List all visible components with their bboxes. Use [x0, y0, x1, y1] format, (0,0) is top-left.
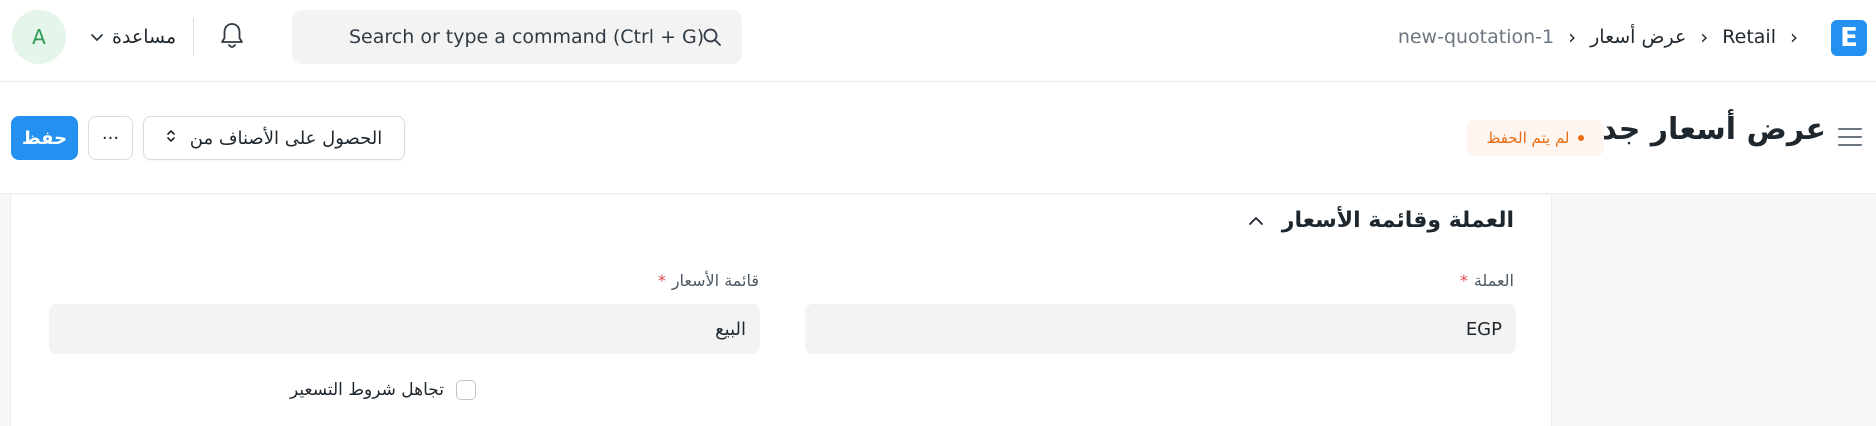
page-title: عرض أسعار جديد — [1572, 112, 1826, 147]
breadcrumb-separator: › — [1790, 25, 1798, 49]
breadcrumb-separator: › — [1700, 25, 1709, 49]
get-items-label: الحصول على الأصناف من — [189, 127, 383, 149]
search-input[interactable]: Search or type a command (Ctrl + G) — [349, 26, 704, 48]
more-actions-button[interactable]: ··· — [88, 116, 133, 160]
get-items-from-button[interactable]: الحصول على الأصناف من — [143, 116, 405, 160]
page-gutter — [0, 195, 10, 426]
app-logo[interactable]: E — [1831, 20, 1867, 56]
price-list-label: قائمة الأسعار * — [658, 271, 759, 290]
page-head: عرض أسعار جديد لم يتم الحفظ الحصول على ا… — [0, 82, 1876, 194]
price-list-label-text: قائمة الأسعار — [671, 271, 759, 290]
bell-icon[interactable] — [219, 21, 245, 55]
breadcrumb-item-current: new-quotation-1 — [1397, 26, 1555, 48]
price-list-field[interactable]: البيع — [49, 304, 760, 354]
search-icon — [702, 27, 722, 51]
help-label: مساعدة — [112, 26, 177, 48]
section-title: العملة وقائمة الأسعار — [1281, 208, 1514, 233]
ignore-pricing-rule-checkbox[interactable] — [456, 380, 476, 400]
status-dot — [1577, 135, 1584, 141]
ignore-pricing-rule-label: تجاهل شروط التسعير — [290, 380, 444, 400]
status-badge: لم يتم الحفظ — [1466, 120, 1604, 156]
help-dropdown[interactable]: مساعدة — [90, 24, 176, 50]
currency-field[interactable]: EGP — [805, 304, 1516, 354]
chevron-down-icon — [90, 26, 104, 48]
breadcrumb: › Retail › عرض أسعار › new-quotation-1 — [1398, 24, 1812, 50]
sidebar-background — [1552, 195, 1876, 426]
breadcrumb-separator: › — [1568, 25, 1577, 49]
save-button[interactable]: حفظ — [11, 116, 78, 160]
search-bar[interactable]: Search or type a command (Ctrl + G) — [292, 10, 742, 64]
navbar: E › Retail › عرض أسعار › new-quotation-1… — [0, 0, 1876, 82]
form-section-card: العملة وقائمة الأسعار العملة * EGP قائمة … — [10, 195, 1552, 426]
required-mark: * — [657, 271, 666, 290]
ignore-pricing-rule-row[interactable]: تجاهل شروط التسعير — [290, 380, 476, 400]
chevron-up-icon[interactable] — [1248, 208, 1264, 233]
avatar[interactable]: A — [12, 10, 66, 64]
hamburger-icon[interactable] — [1838, 127, 1862, 151]
status-badge-label: لم يتم الحفظ — [1486, 129, 1570, 147]
navbar-divider — [193, 18, 194, 56]
breadcrumb-item-quotation[interactable]: عرض أسعار — [1590, 26, 1686, 48]
currency-label-text: العملة — [1473, 271, 1514, 290]
section-header[interactable]: العملة وقائمة الأسعار — [1248, 208, 1514, 233]
required-mark: * — [1459, 271, 1468, 290]
select-arrows-icon — [166, 128, 176, 149]
currency-label: العملة * — [1460, 271, 1514, 290]
breadcrumb-item-retail[interactable]: Retail — [1722, 26, 1776, 48]
